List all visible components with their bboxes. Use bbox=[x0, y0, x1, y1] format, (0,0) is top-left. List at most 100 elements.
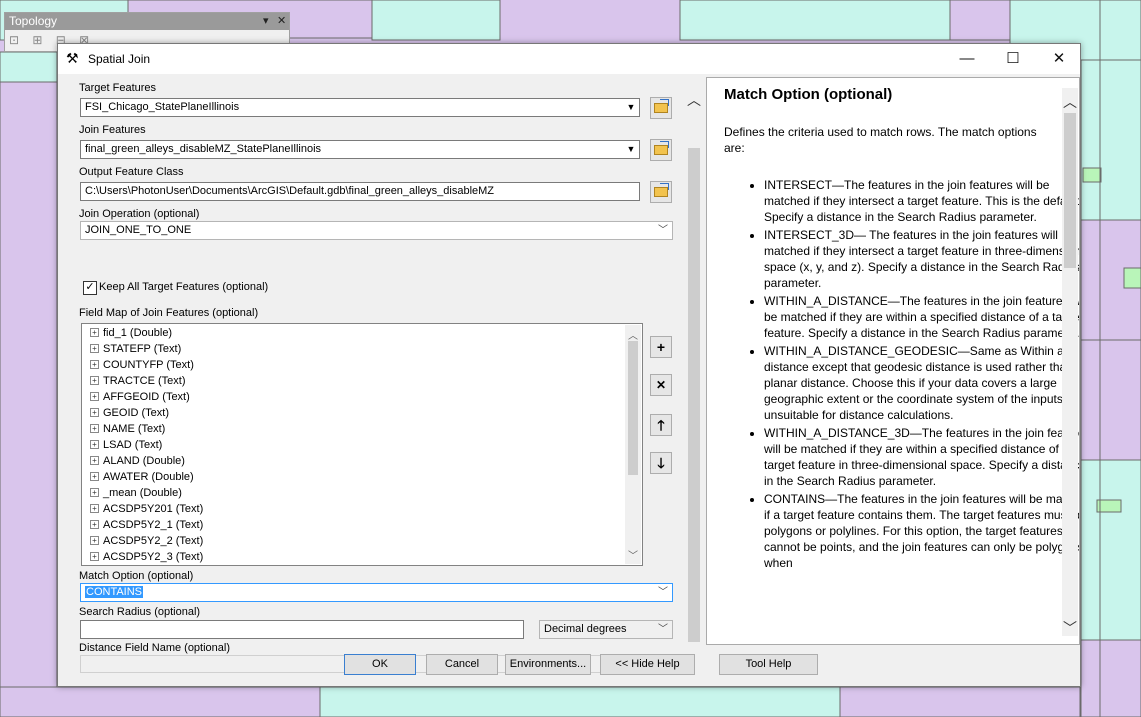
list-item[interactable]: + ACSDP5Y2_1 (Text) bbox=[90, 517, 203, 533]
help-item: INTERSECT—The features in the join featu… bbox=[764, 177, 1079, 225]
expand-icon[interactable]: + bbox=[90, 344, 99, 353]
maximize-button[interactable]: ☐ bbox=[990, 44, 1036, 74]
field-name: ACSDP5Y201 (Text) bbox=[103, 503, 204, 515]
scroll-up-icon[interactable]: ︿ bbox=[1062, 92, 1078, 112]
field-name: ACSDP5Y2_2 (Text) bbox=[103, 535, 204, 547]
list-item[interactable]: + STATEFP (Text) bbox=[90, 341, 181, 357]
field-name: ALAND (Double) bbox=[103, 455, 185, 467]
join-features-browse-button[interactable] bbox=[650, 139, 672, 161]
list-item[interactable]: + fid_1 (Double) bbox=[90, 325, 172, 341]
remove-field-button[interactable]: ✕ bbox=[650, 374, 672, 396]
ok-button[interactable]: OK bbox=[344, 654, 416, 675]
chevron-down-icon: ﹀ bbox=[658, 225, 668, 236]
move-up-button[interactable]: 🡑 bbox=[650, 414, 672, 436]
scroll-down-icon[interactable]: ﹀ bbox=[625, 547, 641, 562]
chevron-down-icon[interactable]: ▼ bbox=[623, 100, 638, 115]
list-item[interactable]: + NAME (Text) bbox=[90, 421, 165, 437]
field-map-list[interactable]: + fid_1 (Double) + STATEFP (Text) + COUNTYFP … bbox=[81, 323, 643, 566]
field-name: AFFGEOID (Text) bbox=[103, 391, 190, 403]
expand-icon[interactable]: + bbox=[90, 536, 99, 545]
expand-icon[interactable]: + bbox=[90, 488, 99, 497]
expand-icon[interactable]: + bbox=[90, 408, 99, 417]
help-scrollbar[interactable]: ︿ ﹀ bbox=[1062, 88, 1078, 636]
dialog-titlebar[interactable]: ⚒ Spatial Join — ☐ ✕ bbox=[58, 44, 1080, 74]
expand-icon[interactable]: + bbox=[90, 472, 99, 481]
list-item[interactable]: + TRACTCE (Text) bbox=[90, 373, 186, 389]
field-map-scrollbar[interactable]: ︿ ﹀ bbox=[625, 325, 641, 564]
list-item[interactable]: + ACSDP5Y2_3 (Text) bbox=[90, 549, 203, 565]
chevron-down-icon: ﹀ bbox=[658, 624, 668, 635]
help-title: Match Option (optional) bbox=[724, 86, 893, 103]
keep-all-checkbox[interactable]: ✓ bbox=[83, 281, 97, 295]
help-item: CONTAINS—The features in the join featur… bbox=[764, 491, 1079, 571]
field-name: ACSDP5Y2_3 (Text) bbox=[103, 551, 204, 563]
expand-icon[interactable]: + bbox=[90, 456, 99, 465]
folder-icon bbox=[654, 183, 669, 197]
close-icon[interactable]: ✕ bbox=[277, 13, 286, 30]
help-list: INTERSECT—The features in the join featu… bbox=[724, 177, 1079, 573]
target-features-value: FSI_Chicago_StatePlaneIllinois bbox=[85, 101, 240, 113]
dialog-title: Spatial Join bbox=[88, 52, 151, 66]
scroll-thumb[interactable] bbox=[688, 148, 700, 642]
match-option-select[interactable]: CONTAINS ﹀ bbox=[80, 583, 673, 602]
expand-icon[interactable]: + bbox=[90, 520, 99, 529]
close-button[interactable]: ✕ bbox=[1036, 44, 1082, 74]
list-item[interactable]: + _mean (Double) bbox=[90, 485, 182, 501]
field-name: GEOID (Text) bbox=[103, 407, 170, 419]
tool-help-button[interactable]: Tool Help bbox=[719, 654, 818, 675]
expand-icon[interactable]: + bbox=[90, 504, 99, 513]
expand-icon[interactable]: + bbox=[90, 376, 99, 385]
join-features-combo[interactable]: final_green_alleys_disableMZ_StatePlaneI… bbox=[80, 140, 640, 159]
field-name: LSAD (Text) bbox=[103, 439, 163, 451]
expand-icon[interactable]: + bbox=[90, 552, 99, 561]
target-features-browse-button[interactable] bbox=[650, 97, 672, 119]
scroll-thumb[interactable] bbox=[1064, 113, 1076, 268]
expand-icon[interactable]: + bbox=[90, 360, 99, 369]
list-item[interactable]: + ALAND (Double) bbox=[90, 453, 185, 469]
hide-help-button[interactable]: << Hide Help bbox=[600, 654, 695, 675]
search-radius-input[interactable] bbox=[80, 620, 524, 639]
output-feature-class-browse-button[interactable] bbox=[650, 181, 672, 203]
help-item: WITHIN_A_DISTANCE_GEODESIC—Same as Withi… bbox=[764, 343, 1079, 423]
cancel-button[interactable]: Cancel bbox=[426, 654, 498, 675]
parameters-scrollbar[interactable]: ︿ bbox=[686, 90, 702, 645]
match-option-label: Match Option (optional) bbox=[79, 570, 194, 582]
search-radius-unit-value: Decimal degrees bbox=[544, 623, 627, 635]
chevron-down-icon: ﹀ bbox=[658, 587, 668, 598]
list-item[interactable]: + AWATER (Double) bbox=[90, 469, 194, 485]
spatial-join-dialog: ⚒ Spatial Join — ☐ ✕ Target Features FSI… bbox=[57, 43, 1081, 687]
scroll-up-icon[interactable]: ︿ bbox=[686, 90, 702, 110]
pin-icon[interactable]: ▾ bbox=[263, 13, 269, 30]
minimize-button[interactable]: — bbox=[944, 44, 990, 74]
join-operation-select[interactable]: JOIN_ONE_TO_ONE ﹀ bbox=[80, 221, 673, 240]
help-intro: Defines the criteria used to match rows.… bbox=[724, 125, 1037, 155]
output-feature-class-field[interactable]: C:\Users\PhotonUser\Documents\ArcGIS\Def… bbox=[80, 182, 640, 201]
expand-icon[interactable]: + bbox=[90, 424, 99, 433]
join-operation-label: Join Operation (optional) bbox=[79, 208, 200, 220]
add-field-button[interactable]: + bbox=[650, 336, 672, 358]
move-down-button[interactable]: 🡓 bbox=[650, 452, 672, 474]
help-item: WITHIN_A_DISTANCE—The features in the jo… bbox=[764, 293, 1079, 341]
list-item[interactable]: + LSAD (Text) bbox=[90, 437, 162, 453]
topology-titlebar[interactable]: Topology ▾ ✕ bbox=[5, 13, 289, 30]
scroll-up-icon[interactable]: ︿ bbox=[625, 327, 641, 342]
field-name: NAME (Text) bbox=[103, 423, 166, 435]
search-radius-unit-select[interactable]: Decimal degrees ﹀ bbox=[539, 620, 673, 639]
expand-icon[interactable]: + bbox=[90, 392, 99, 401]
expand-icon[interactable]: + bbox=[90, 328, 99, 337]
list-item[interactable]: + ACSDP5Y201 (Text) bbox=[90, 501, 203, 517]
match-option-value: CONTAINS bbox=[85, 586, 144, 598]
scroll-down-icon[interactable]: ﹀ bbox=[1062, 618, 1078, 638]
parameters-pane: Target Features FSI_Chicago_StatePlaneIl… bbox=[58, 75, 703, 673]
environments-button[interactable]: Environments... bbox=[505, 654, 591, 675]
target-features-combo[interactable]: FSI_Chicago_StatePlaneIllinois ▼ bbox=[80, 98, 640, 117]
chevron-down-icon[interactable]: ▼ bbox=[623, 142, 638, 157]
join-operation-value: JOIN_ONE_TO_ONE bbox=[85, 224, 192, 236]
scroll-thumb[interactable] bbox=[628, 341, 638, 475]
list-item[interactable]: + COUNTYFP (Text) bbox=[90, 357, 194, 373]
list-item[interactable]: + AFFGEOID (Text) bbox=[90, 389, 190, 405]
hammer-icon: ⚒ bbox=[66, 50, 79, 66]
list-item[interactable]: + GEOID (Text) bbox=[90, 405, 169, 421]
expand-icon[interactable]: + bbox=[90, 440, 99, 449]
list-item[interactable]: + ACSDP5Y2_2 (Text) bbox=[90, 533, 203, 549]
